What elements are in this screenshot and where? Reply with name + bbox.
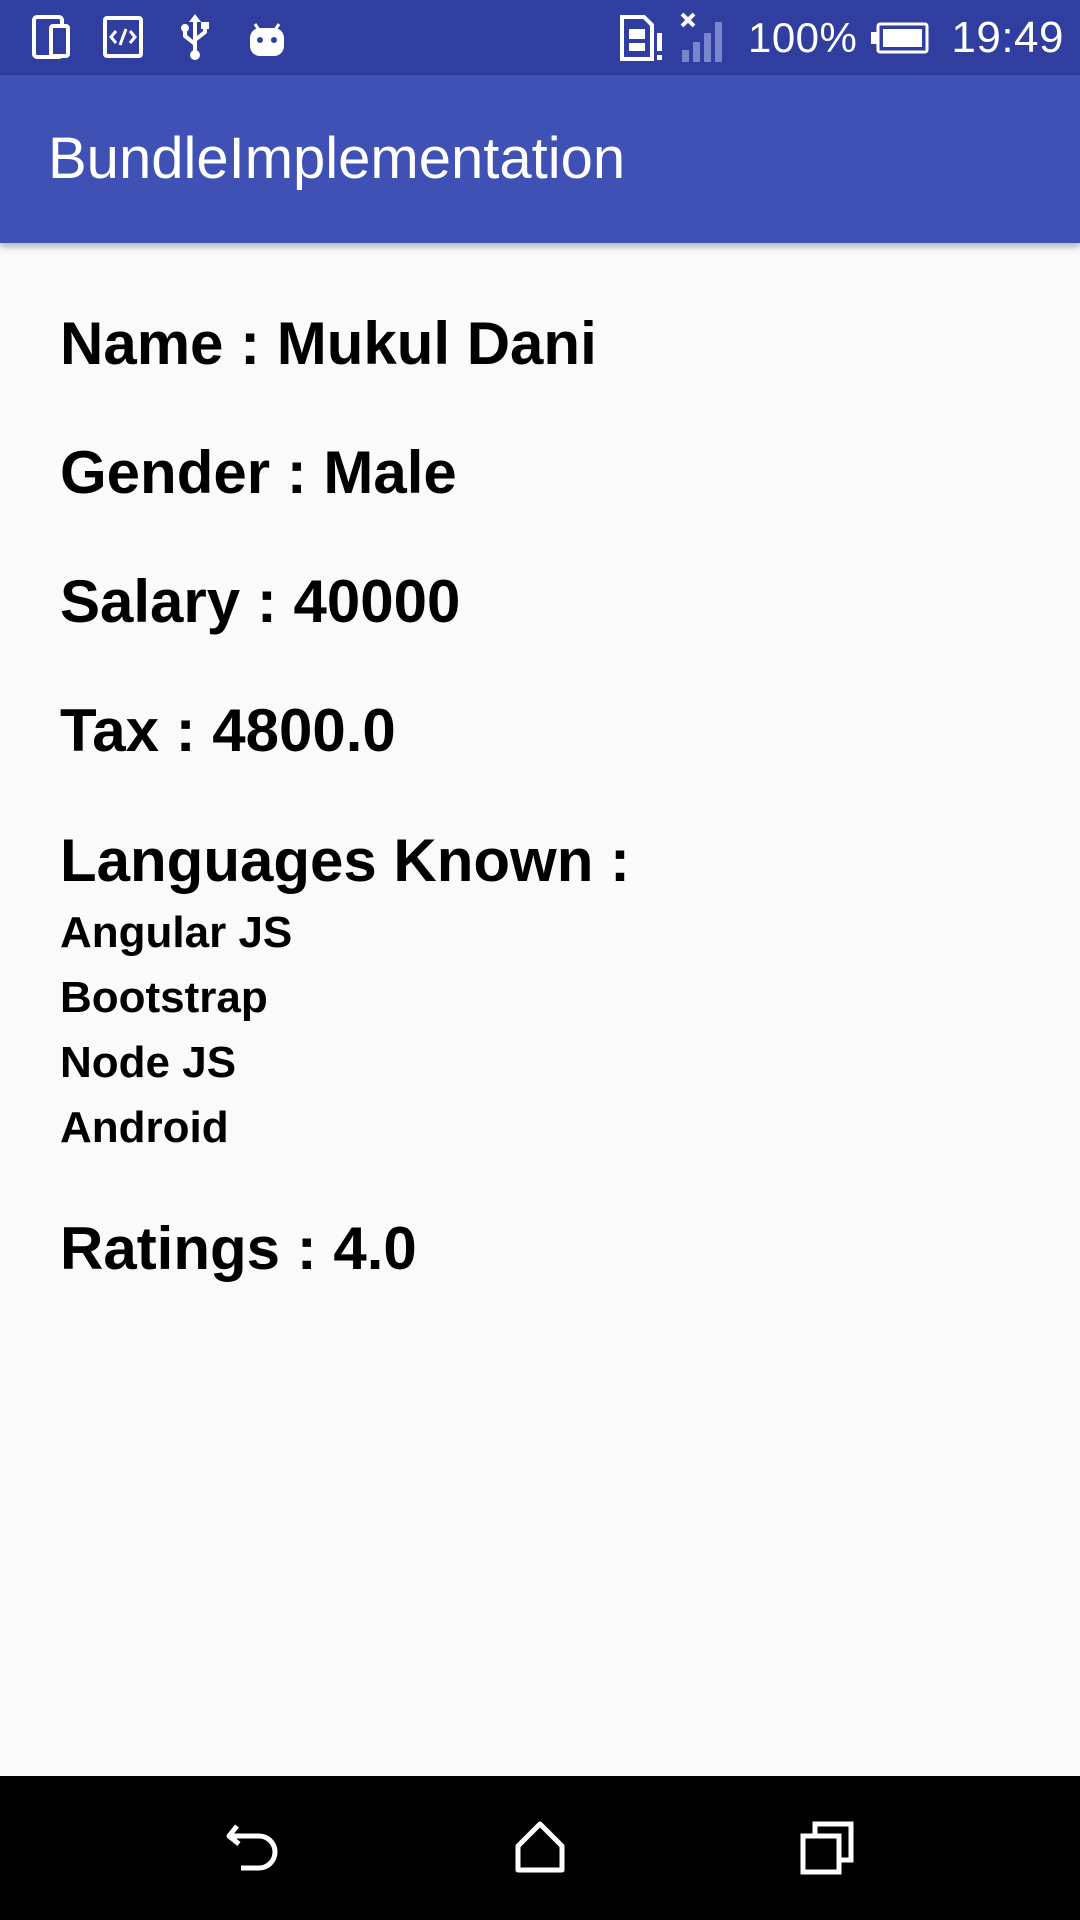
recents-icon (799, 1820, 855, 1876)
name-text: Name : Mukul Dani (60, 310, 597, 377)
language-item: Angular JS (60, 908, 293, 957)
sim-alert-icon (618, 13, 666, 63)
salary-text: Salary : 40000 (60, 568, 461, 635)
back-icon (223, 1820, 283, 1876)
code-icon (102, 14, 144, 60)
home-button[interactable] (490, 1798, 590, 1898)
ratings-text: Ratings : 4.0 (60, 1215, 417, 1282)
language-item: Bootstrap (60, 973, 268, 1022)
battery-percent: 100% (747, 14, 858, 61)
tax-text: Tax : 4800.0 (60, 697, 396, 764)
languages-heading: Languages Known : (60, 827, 630, 894)
signal-icon (678, 12, 730, 64)
screen: 100% 19:49 BundleImplementation Name : M… (0, 0, 1080, 1920)
battery-icon (871, 22, 929, 54)
gender-text: Gender : Male (60, 439, 457, 506)
language-item: Node JS (60, 1038, 237, 1087)
back-button[interactable] (203, 1798, 303, 1898)
app-bar: BundleImplementation (0, 75, 1080, 243)
app-title: BundleImplementation (48, 126, 626, 191)
recents-button[interactable] (777, 1798, 877, 1898)
device-icon (30, 14, 72, 60)
status-bar: 100% 19:49 (0, 0, 1080, 75)
home-icon (512, 1820, 568, 1876)
navigation-bar (0, 1776, 1080, 1920)
status-system-icons: 100% 19:49 (618, 8, 1064, 68)
android-icon (246, 14, 288, 60)
status-notification-icons (30, 12, 288, 62)
usb-icon (174, 14, 216, 60)
status-clock: 19:49 (951, 13, 1064, 62)
language-item: Android (60, 1103, 229, 1152)
